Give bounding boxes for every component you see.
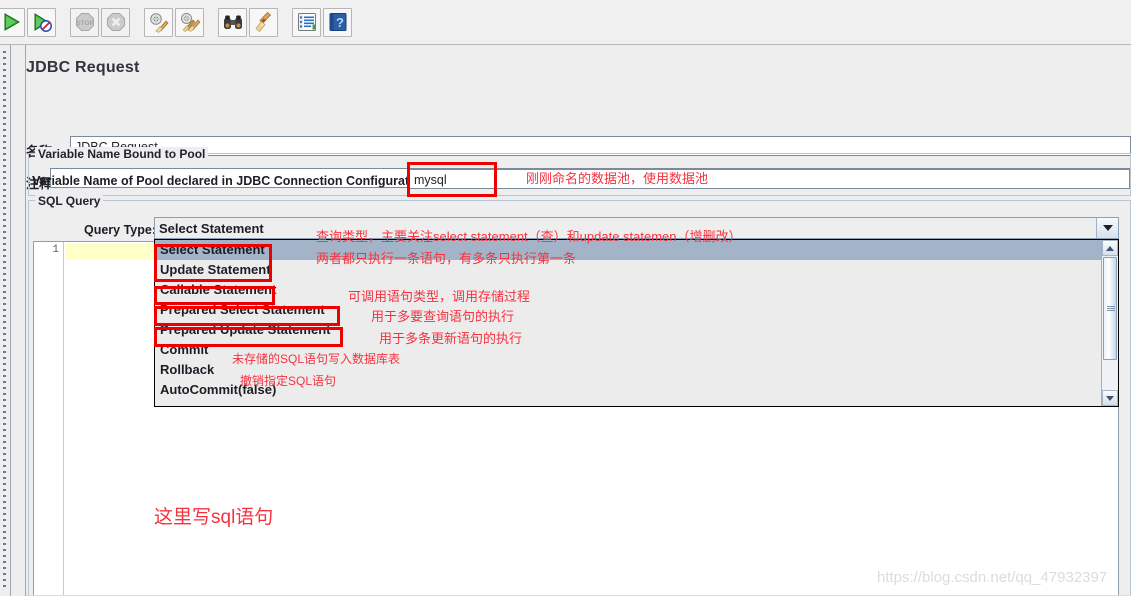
scrollbar-grip xyxy=(1107,306,1115,311)
search-button[interactable] xyxy=(218,7,247,37)
arrow-down-icon xyxy=(1106,395,1114,401)
clear-button[interactable] xyxy=(144,7,173,37)
stop-sign-icon: STOP xyxy=(75,13,94,31)
toolbar-group-help: ? xyxy=(291,7,353,37)
arrow-up-icon xyxy=(1106,245,1114,251)
toolbar-separator-1 xyxy=(57,22,69,23)
annotation-callable: 可调用语句类型，调用存储过程 xyxy=(348,289,531,304)
toolbar: STOP ? xyxy=(0,0,1131,45)
annotation-prepared-update: 用于多条更新语句的执行 xyxy=(379,331,523,346)
query-type-label: Query Type: xyxy=(84,223,157,237)
svg-text:?: ? xyxy=(336,15,344,30)
sql-query-groupbox-title: SQL Query xyxy=(35,194,104,208)
toolbar-group-clear xyxy=(143,7,205,37)
annotation-query-type-line1: 查询类型，主要关注select statement（查）和update stat… xyxy=(316,229,742,244)
toolbar-group-stop: STOP xyxy=(69,7,131,37)
chevron-down-icon[interactable] xyxy=(1096,218,1118,238)
pool-name-input[interactable]: mysql xyxy=(409,169,1130,189)
annotation-prepared-select: 用于多要查询语句的执行 xyxy=(371,309,515,324)
reset-search-button[interactable] xyxy=(249,7,278,37)
jdbc-request-panel: JDBC Request 名称： JDBC Request 注释： Variab… xyxy=(26,45,1131,596)
green-play-no-timers-icon xyxy=(34,13,52,32)
annotation-query-type-line2: 两者都只执行一条语句，有多条只执行第一条 xyxy=(316,251,577,266)
left-margin-strip xyxy=(11,45,26,596)
scrollbar-thumb[interactable] xyxy=(1103,257,1117,360)
split-pane-divider[interactable] xyxy=(0,45,11,596)
dropdown-item-update-statement[interactable]: Update Statement xyxy=(155,260,1118,280)
pool-groupbox-title: Variable Name Bound to Pool xyxy=(35,147,209,161)
scroll-up-button[interactable] xyxy=(1102,240,1118,256)
pool-field-label: Variable Name of Pool declared in JDBC C… xyxy=(32,174,433,188)
start-no-timers-button[interactable] xyxy=(27,7,56,37)
function-helper-button[interactable] xyxy=(292,7,321,37)
binoculars-icon xyxy=(223,15,242,29)
stop-button[interactable]: STOP xyxy=(70,7,99,37)
help-button[interactable]: ? xyxy=(323,7,352,37)
toolbar-group-search xyxy=(217,7,279,37)
sql-editor-line-gutter: 1 xyxy=(34,242,64,595)
dropdown-item-prepared-select-statement[interactable]: Prepared Select Statement xyxy=(155,300,1118,320)
split-pane-grip-dots xyxy=(3,51,6,591)
annotation-pool: 刚刚命名的数据池，使用数据池 xyxy=(526,171,709,186)
shutdown-button[interactable] xyxy=(101,7,130,37)
clear-all-button[interactable] xyxy=(175,7,204,37)
shutdown-x-icon xyxy=(106,13,125,31)
green-play-icon xyxy=(4,13,20,31)
list-notes-icon xyxy=(297,13,316,31)
gear-broom-icon xyxy=(149,13,168,33)
annotation-commit: 未存储的SQL语句写入数据库表 xyxy=(232,352,401,366)
annotation-rollback: 撤销指定SQL语句 xyxy=(240,374,337,388)
toolbar-group-run xyxy=(0,7,57,37)
broom-icon xyxy=(254,11,271,33)
toolbar-separator-2 xyxy=(131,22,143,23)
dropdown-scrollbar[interactable] xyxy=(1101,240,1118,406)
scroll-down-button[interactable] xyxy=(1102,390,1118,406)
dropdown-item-prepared-update-statement[interactable]: Prepared Update Statement xyxy=(155,320,1118,340)
blue-book-question-icon: ? xyxy=(329,13,346,31)
annotation-sql-area: 这里写sql语句 xyxy=(154,507,274,528)
page-title: JDBC Request xyxy=(26,59,140,76)
svg-text:STOP: STOP xyxy=(76,20,94,27)
dropdown-item-callable-statement[interactable]: Callable Statement xyxy=(155,280,1118,300)
sql-editor-line-number: 1 xyxy=(52,244,59,256)
start-button[interactable] xyxy=(0,7,25,37)
gear-double-broom-icon xyxy=(180,13,200,32)
toolbar-separator-4 xyxy=(279,22,291,23)
watermark: https://blog.csdn.net/qq_47932397 xyxy=(877,569,1108,586)
chevron-down-glyph xyxy=(1102,225,1113,231)
toolbar-separator-3 xyxy=(205,22,217,23)
